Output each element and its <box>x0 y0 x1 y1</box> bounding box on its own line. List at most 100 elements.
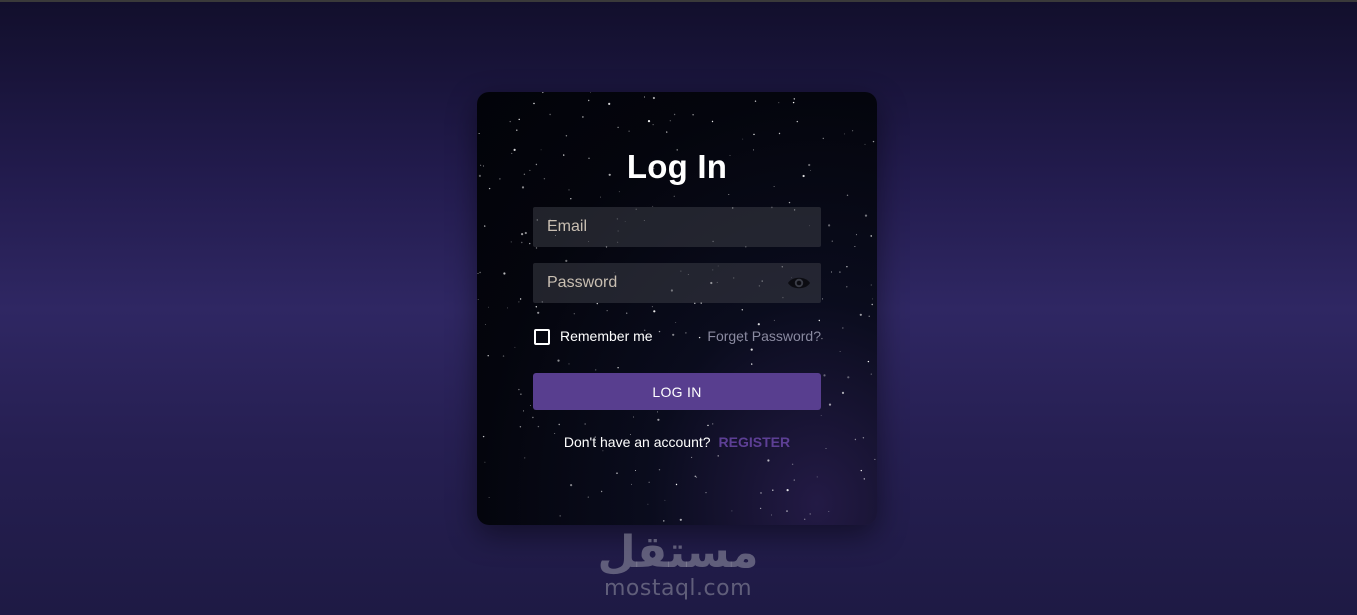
star <box>549 113 551 116</box>
star <box>754 100 757 102</box>
star <box>741 309 743 311</box>
remember-checkbox[interactable] <box>534 329 550 345</box>
eye-icon[interactable] <box>787 273 811 293</box>
star <box>778 132 781 135</box>
star <box>788 201 791 204</box>
star <box>626 312 628 314</box>
star <box>753 133 755 136</box>
star <box>816 476 818 478</box>
star <box>565 135 568 137</box>
star <box>502 355 505 357</box>
star <box>488 187 491 190</box>
star <box>792 101 795 104</box>
star <box>651 306 653 308</box>
watermark: مستقل mostaql.com <box>560 530 796 602</box>
star <box>643 96 645 98</box>
star <box>868 315 870 317</box>
star <box>717 455 719 457</box>
star <box>705 492 707 494</box>
star <box>864 143 866 145</box>
star <box>859 313 862 316</box>
password-input[interactable] <box>533 263 821 303</box>
star <box>669 120 671 122</box>
remember-label[interactable]: Remember me <box>560 328 653 344</box>
star <box>793 479 795 481</box>
star <box>535 247 538 249</box>
star <box>557 359 560 362</box>
star <box>631 483 632 485</box>
star <box>773 319 775 321</box>
star <box>675 483 678 486</box>
star <box>691 456 693 458</box>
star <box>488 497 490 498</box>
star <box>518 118 520 121</box>
star <box>692 114 694 116</box>
star <box>595 369 597 371</box>
star <box>822 298 824 300</box>
star <box>871 298 873 300</box>
star <box>666 131 668 133</box>
star <box>664 499 666 501</box>
star <box>518 388 520 391</box>
star <box>521 186 525 189</box>
login-card: Log In Remember me Forget Password? LOG … <box>477 92 877 525</box>
star <box>830 271 832 273</box>
password-field[interactable] <box>533 263 821 303</box>
register-link[interactable]: REGISTER <box>719 434 791 450</box>
star <box>821 337 823 340</box>
star <box>519 298 522 300</box>
star <box>488 306 490 308</box>
star <box>600 490 603 493</box>
star <box>484 225 486 227</box>
star <box>570 198 572 200</box>
star <box>711 120 714 123</box>
star <box>484 324 486 326</box>
star <box>760 492 762 494</box>
page-title: Log In <box>626 148 728 185</box>
star <box>633 416 635 418</box>
email-field[interactable] <box>533 207 821 247</box>
star <box>712 423 714 425</box>
star <box>617 126 619 129</box>
email-input[interactable] <box>533 207 821 247</box>
star <box>587 496 589 498</box>
star <box>786 489 789 492</box>
star <box>823 374 826 377</box>
star <box>870 284 872 286</box>
star <box>520 393 522 395</box>
page-background: Log In Remember me Forget Password? LOG … <box>0 0 1357 615</box>
star <box>510 241 512 243</box>
star <box>652 96 655 100</box>
forgot-password-link[interactable]: Forget Password? <box>707 328 821 344</box>
star <box>570 484 573 487</box>
star <box>675 322 677 324</box>
star <box>846 286 848 288</box>
star <box>778 102 780 104</box>
star <box>844 133 846 135</box>
star <box>860 469 862 472</box>
login-button[interactable]: LOG IN <box>533 373 821 410</box>
star <box>618 191 620 193</box>
star <box>524 457 526 459</box>
star <box>793 98 795 100</box>
star <box>582 116 584 118</box>
star <box>828 511 830 512</box>
star <box>657 411 659 413</box>
star <box>657 418 660 421</box>
star <box>537 311 540 314</box>
star <box>596 302 598 305</box>
star <box>647 120 651 123</box>
star <box>647 503 649 505</box>
star <box>478 133 480 134</box>
star <box>771 514 772 516</box>
star <box>831 240 833 242</box>
star <box>828 403 832 406</box>
star <box>559 515 561 517</box>
star <box>791 463 794 465</box>
star <box>870 373 872 375</box>
star <box>841 391 845 394</box>
star <box>509 120 511 123</box>
star <box>602 450 604 452</box>
star <box>786 510 788 512</box>
star <box>600 196 602 198</box>
